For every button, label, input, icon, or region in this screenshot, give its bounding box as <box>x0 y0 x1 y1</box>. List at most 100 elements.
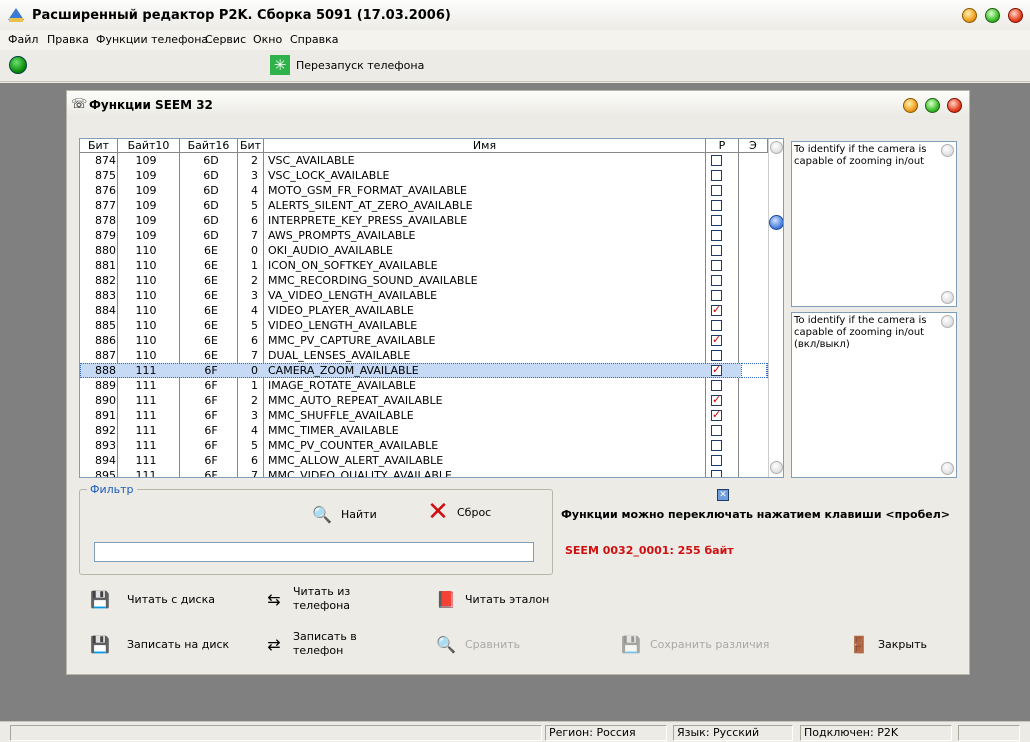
col-p[interactable]: Р <box>706 139 739 153</box>
desc-scroll-up[interactable] <box>941 144 954 157</box>
cell-e[interactable] <box>741 168 767 183</box>
table-row[interactable]: 892 111 6F 4 MMC_TIMER_AVAILABLE <box>80 423 768 438</box>
close-button[interactable]: 🚪 Закрыть <box>848 633 927 655</box>
p-checkbox[interactable] <box>711 350 722 361</box>
table-row[interactable]: 889 111 6F 1 IMAGE_ROTATE_AVAILABLE <box>80 378 768 393</box>
table-row[interactable]: 879 109 6D 7 AWS_PROMPTS_AVAILABLE <box>80 228 768 243</box>
cell-e[interactable] <box>741 468 767 477</box>
cell-e[interactable] <box>741 378 767 393</box>
child-maximize-button[interactable] <box>925 98 940 113</box>
p-checkbox[interactable] <box>711 170 722 181</box>
p-checkbox[interactable] <box>711 303 722 316</box>
cell-e[interactable] <box>741 363 767 378</box>
p-checkbox[interactable] <box>711 200 722 211</box>
cell-e[interactable] <box>741 348 767 363</box>
cell-e[interactable] <box>741 453 767 468</box>
filter-input[interactable] <box>94 542 534 562</box>
cell-e[interactable] <box>741 393 767 408</box>
cell-e[interactable] <box>741 228 767 243</box>
scroll-down-button[interactable] <box>770 461 783 474</box>
table-row[interactable]: 874 109 6D 2 VSC_AVAILABLE <box>80 153 768 168</box>
p-checkbox[interactable] <box>711 393 722 406</box>
menu-file[interactable]: Файл <box>8 33 38 46</box>
table-row[interactable]: 886 110 6E 6 MMC_PV_CAPTURE_AVAILABLE <box>80 333 768 348</box>
table-row[interactable]: 888 111 6F 0 CAMERA_ZOOM_AVAILABLE <box>80 363 768 378</box>
menu-window[interactable]: Окно <box>253 33 282 46</box>
table-row[interactable]: 894 111 6F 6 MMC_ALLOW_ALERT_AVAILABLE <box>80 453 768 468</box>
p-checkbox[interactable] <box>711 230 722 241</box>
table-row[interactable]: 881 110 6E 1 ICON_ON_SOFTKEY_AVAILABLE <box>80 258 768 273</box>
menu-phone-functions[interactable]: Функции телефона <box>96 33 208 46</box>
table-scrollbar[interactable] <box>768 139 783 477</box>
read-reference-button[interactable]: 📕 Читать эталон <box>435 588 549 610</box>
p-checkbox[interactable] <box>711 333 722 346</box>
col-bitn[interactable]: Бит <box>238 139 264 153</box>
table-row[interactable]: 882 110 6E 2 MMC_RECORDING_SOUND_AVAILABLE <box>80 273 768 288</box>
compare-button[interactable]: 🔍 Сравнить <box>435 633 520 655</box>
p-checkbox[interactable] <box>711 290 722 301</box>
table-row[interactable]: 877 109 6D 5 ALERTS_SILENT_AT_ZERO_AVAILABLE <box>80 198 768 213</box>
cell-e[interactable] <box>741 213 767 228</box>
cell-e[interactable] <box>741 333 767 348</box>
p-checkbox[interactable] <box>711 245 722 256</box>
menu-edit[interactable]: Правка <box>47 33 89 46</box>
cell-e[interactable] <box>741 153 767 168</box>
cell-e[interactable] <box>741 438 767 453</box>
p-checkbox[interactable] <box>711 155 722 166</box>
table-row[interactable]: 895 111 6F 7 MMC_VIDEO_QUALITY_AVAILABLE <box>80 468 768 477</box>
col-name[interactable]: Имя <box>264 139 706 153</box>
p-checkbox[interactable] <box>711 380 722 391</box>
find-button[interactable]: 🔍 Найти <box>311 503 377 525</box>
menu-help[interactable]: Справка <box>290 33 338 46</box>
cell-e[interactable] <box>741 288 767 303</box>
col-byte16[interactable]: Байт16 <box>180 139 238 153</box>
minimize-button[interactable] <box>962 8 977 23</box>
write-phone-button[interactable]: ⇄ Записать в телефон <box>263 630 363 658</box>
info-toggle-icon[interactable]: ✕ <box>717 489 729 501</box>
save-diff-button[interactable]: 💾 Сохранить различия <box>620 633 769 655</box>
p-checkbox[interactable] <box>711 470 722 477</box>
cell-e[interactable] <box>741 303 767 318</box>
p-checkbox[interactable] <box>711 215 722 226</box>
child-close-button[interactable] <box>947 98 962 113</box>
read-phone-button[interactable]: ⇆ Читать из телефона <box>263 585 363 613</box>
table-row[interactable]: 887 110 6E 7 DUAL_LENSES_AVAILABLE <box>80 348 768 363</box>
desc2-scroll-down[interactable] <box>941 462 954 475</box>
table-row[interactable]: 878 109 6D 6 INTERPRETE_KEY_PRESS_AVAILABLE <box>80 213 768 228</box>
table-row[interactable]: 890 111 6F 2 MMC_AUTO_REPEAT_AVAILABLE <box>80 393 768 408</box>
table-row[interactable]: 883 110 6E 3 VA_VIDEO_LENGTH_AVAILABLE <box>80 288 768 303</box>
cell-e[interactable] <box>741 273 767 288</box>
col-bit[interactable]: Бит <box>80 139 118 153</box>
desc-scroll-down[interactable] <box>941 291 954 304</box>
col-e[interactable]: Э <box>739 139 768 153</box>
maximize-button[interactable] <box>985 8 1000 23</box>
table-row[interactable]: 876 109 6D 4 MOTO_GSM_FR_FORMAT_AVAILABLE <box>80 183 768 198</box>
cell-e[interactable] <box>741 258 767 273</box>
p-checkbox[interactable] <box>711 260 722 271</box>
p-checkbox[interactable] <box>711 275 722 286</box>
p-checkbox[interactable] <box>711 320 722 331</box>
reset-button[interactable]: ✕ Сброс <box>427 497 491 527</box>
table-row[interactable]: 891 111 6F 3 MMC_SHUFFLE_AVAILABLE <box>80 408 768 423</box>
col-byte10[interactable]: Байт10 <box>118 139 180 153</box>
p-checkbox[interactable] <box>711 425 722 436</box>
table-row[interactable]: 875 109 6D 3 VSC_LOCK_AVAILABLE <box>80 168 768 183</box>
cell-e[interactable] <box>741 408 767 423</box>
table-row[interactable]: 893 111 6F 5 MMC_PV_COUNTER_AVAILABLE <box>80 438 768 453</box>
cell-e[interactable] <box>741 198 767 213</box>
p-checkbox[interactable] <box>711 440 722 451</box>
p-checkbox[interactable] <box>711 363 722 376</box>
child-minimize-button[interactable] <box>903 98 918 113</box>
scroll-up-button[interactable] <box>770 141 783 154</box>
p-checkbox[interactable] <box>711 408 722 421</box>
cell-e[interactable] <box>741 183 767 198</box>
cell-e[interactable] <box>741 318 767 333</box>
restart-phone-button[interactable]: ✳ Перезапуск телефона <box>270 54 424 76</box>
p-checkbox[interactable] <box>711 185 722 196</box>
table-row[interactable]: 880 110 6E 0 OKI_AUDIO_AVAILABLE <box>80 243 768 258</box>
cell-e[interactable] <box>741 243 767 258</box>
cell-e[interactable] <box>741 423 767 438</box>
scroll-thumb[interactable] <box>769 215 783 230</box>
table-row[interactable]: 885 110 6E 5 VIDEO_LENGTH_AVAILABLE <box>80 318 768 333</box>
menu-service[interactable]: Сервис <box>205 33 246 46</box>
